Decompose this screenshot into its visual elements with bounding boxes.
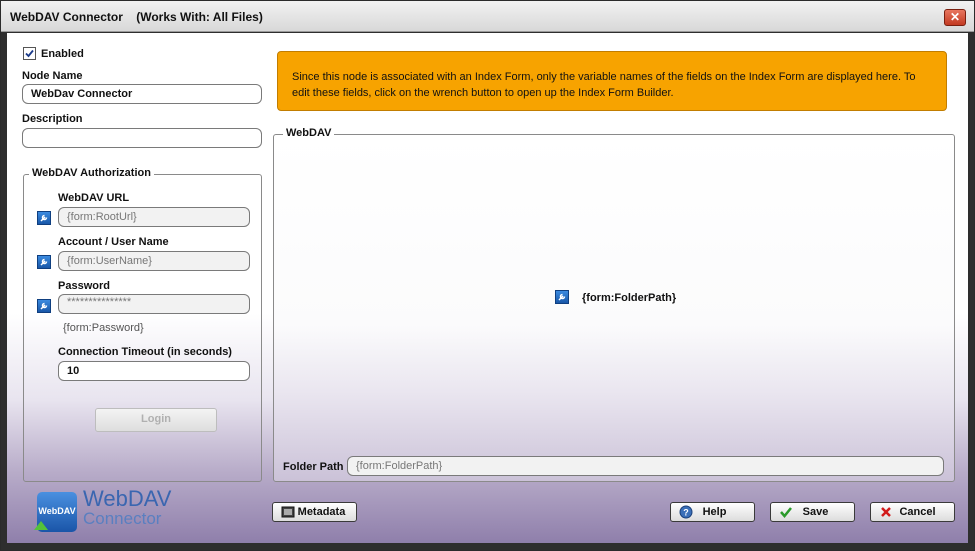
connector-window: WebDAV Connector (Works With: All Files)… <box>0 0 975 551</box>
password-input[interactable]: *************** <box>58 294 250 314</box>
client-area: Enabled Node Name WebDav Connector Descr… <box>7 33 968 543</box>
webdav-group <box>273 134 955 482</box>
wrench-icon[interactable] <box>37 299 51 313</box>
webdav-url-input[interactable]: {form:RootUrl} <box>58 207 250 227</box>
wrench-icon[interactable] <box>37 211 51 225</box>
password-label: Password <box>58 280 110 292</box>
user-name-label: Account / User Name <box>58 236 169 248</box>
save-button[interactable]: Save <box>770 502 855 522</box>
cancel-button[interactable]: Cancel <box>870 502 955 522</box>
enabled-label: Enabled <box>41 48 84 60</box>
check-icon <box>25 49 34 58</box>
webdav-authorization-legend: WebDAV Authorization <box>29 167 154 179</box>
connection-timeout-label: Connection Timeout (in seconds) <box>58 346 232 358</box>
node-name-input[interactable]: WebDav Connector <box>22 84 262 104</box>
folder-path-variable: {form:FolderPath} <box>582 292 677 304</box>
help-button[interactable]: ? Help <box>670 502 755 522</box>
index-form-notice: Since this node is associated with an In… <box>277 51 947 111</box>
title-bar: WebDAV Connector (Works With: All Files)… <box>1 1 974 32</box>
node-name-label: Node Name <box>22 70 83 82</box>
upload-arrow-icon <box>34 521 48 530</box>
window-title: WebDAV Connector (Works With: All Files) <box>10 10 263 24</box>
password-variable: {form:Password} <box>63 322 144 334</box>
description-label: Description <box>22 113 83 125</box>
webdav-url-label: WebDAV URL <box>58 192 130 204</box>
close-button[interactable]: ✕ <box>944 9 966 26</box>
wrench-icon[interactable] <box>555 290 569 304</box>
webdav-connector-logo: WebDAV WebDAV Connector <box>34 486 197 537</box>
enabled-checkbox[interactable] <box>23 47 36 60</box>
login-button[interactable]: Login <box>95 408 217 432</box>
folder-path-input[interactable]: {form:FolderPath} <box>347 456 944 476</box>
wrench-icon[interactable] <box>37 255 51 269</box>
logo-line2: Connector <box>83 509 162 528</box>
connection-timeout-input[interactable]: 10 <box>58 361 250 381</box>
user-name-input[interactable]: {form:UserName} <box>58 251 250 271</box>
metadata-button[interactable]: Metadata <box>272 502 357 522</box>
folder-path-label: Folder Path <box>283 461 344 473</box>
description-input[interactable] <box>22 128 262 148</box>
webdav-legend: WebDAV <box>283 127 335 139</box>
